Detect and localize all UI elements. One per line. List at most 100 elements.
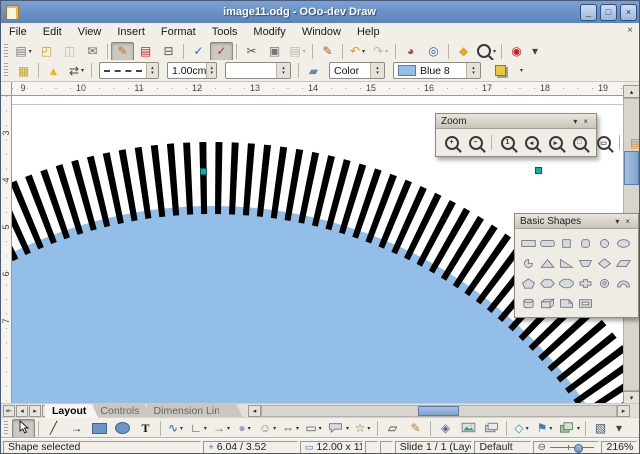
toolbar-grip[interactable]: [4, 63, 8, 78]
spinner-icon[interactable]: ▴▾: [276, 63, 290, 78]
shape-hexagon[interactable]: [538, 273, 557, 293]
basic-shapes-palette[interactable]: Basic Shapes ▾ ×: [514, 213, 639, 318]
tab-controls[interactable]: Controls: [93, 404, 151, 418]
dropdown-arrow-icon[interactable]: ▾: [346, 425, 349, 432]
shape-square[interactable]: [557, 233, 576, 253]
scroll-right-button[interactable]: ▸: [617, 405, 630, 417]
styles-button[interactable]: ▦: [12, 61, 35, 80]
shadow-button[interactable]: [489, 61, 512, 80]
first-slide-button[interactable]: ⇤: [3, 405, 15, 417]
zoom-slider-thumb[interactable]: [574, 444, 583, 453]
spinner-icon[interactable]: ▴▾: [370, 63, 384, 78]
zoom-slider[interactable]: [550, 447, 594, 448]
line-color-select[interactable]: ▴▾: [225, 62, 291, 79]
zoom-button[interactable]: ▾: [475, 42, 498, 61]
title-bar[interactable]: image11.odg - OOo-dev Draw _ □ ×: [1, 1, 640, 23]
shape-trapezoid[interactable]: [576, 253, 595, 273]
dropdown-arrow-icon[interactable]: ▾: [296, 425, 299, 432]
shape-regular-pentagon[interactable]: [519, 273, 538, 293]
zoom-palette-titlebar[interactable]: Zoom ▾ ×: [436, 114, 596, 129]
block-arrows-tool[interactable]: ⇔▾: [279, 419, 302, 438]
glue-points-button[interactable]: ✎: [404, 419, 427, 438]
basic-shapes-titlebar[interactable]: Basic Shapes ▾ ×: [515, 214, 638, 229]
extrusion-toggle[interactable]: ▧: [589, 419, 612, 438]
menu-modify[interactable]: Modify: [245, 25, 293, 39]
gallery-tool-button[interactable]: [480, 419, 503, 438]
dropdown-arrow-icon[interactable]: ▾: [227, 425, 230, 432]
zoom-out-button[interactable]: −: [464, 133, 487, 152]
new-document-button[interactable]: ▤▾: [12, 42, 35, 61]
menu-help[interactable]: Help: [349, 25, 388, 39]
line-style-select[interactable]: ▴▾: [99, 62, 159, 79]
menu-insert[interactable]: Insert: [109, 25, 153, 39]
callouts-tool[interactable]: ▾: [325, 419, 351, 438]
insert-picture-button[interactable]: [457, 419, 480, 438]
palette-menu-icon[interactable]: ▾: [570, 117, 580, 126]
symbol-shapes-tool[interactable]: ☺▾: [256, 419, 279, 438]
edit-file-button[interactable]: ✎: [111, 42, 134, 61]
menu-edit[interactable]: Edit: [35, 25, 70, 39]
connector-tool[interactable]: ∟▾: [187, 419, 210, 438]
menu-view[interactable]: View: [70, 25, 110, 39]
dropdown-arrow-icon[interactable]: ▾: [248, 425, 251, 432]
undo-button[interactable]: ↶▾: [346, 42, 369, 61]
horizontal-ruler[interactable]: 910111213141516171819: [12, 82, 623, 96]
stars-tool[interactable]: ☆▾: [351, 419, 374, 438]
spinner-icon[interactable]: ▴▾: [146, 63, 158, 78]
auto-spellcheck-button[interactable]: ✓: [210, 42, 233, 61]
rectangle-tool[interactable]: [88, 419, 111, 438]
shape-folded-corner[interactable]: [557, 293, 576, 313]
page-style[interactable]: Default: [474, 441, 530, 454]
zoom-palette[interactable]: Zoom ▾ × +−1◂▸□▭▤: [435, 113, 597, 157]
email-button[interactable]: ✉: [81, 42, 104, 61]
zoom-in-icon[interactable]: ⊕: [598, 442, 600, 453]
shape-ring[interactable]: [595, 273, 614, 293]
zoom-100-button[interactable]: 1: [496, 133, 519, 152]
shape-isosceles-triangle[interactable]: [538, 253, 557, 273]
rotate-tool[interactable]: ◇▾: [510, 419, 533, 438]
line-tool[interactable]: ╱: [42, 419, 65, 438]
minimize-button[interactable]: _: [580, 4, 597, 21]
tab-layout[interactable]: Layout: [45, 404, 98, 418]
selection-handle[interactable]: [535, 167, 542, 174]
palette-menu-icon[interactable]: ▾: [612, 217, 622, 226]
shape-octagon[interactable]: [557, 273, 576, 293]
ellipse-tool[interactable]: [111, 419, 134, 438]
fill-color-select[interactable]: Blue 8 ▴▾: [393, 62, 481, 79]
open-button[interactable]: ◰: [35, 42, 58, 61]
object-zoom-button[interactable]: ▤: [624, 133, 640, 152]
previous-slide-button[interactable]: ◂: [16, 405, 28, 417]
shape-parallelogram[interactable]: [614, 253, 633, 273]
spinner-icon[interactable]: ▴▾: [206, 63, 216, 78]
zoom-out-icon[interactable]: ⊖: [538, 442, 546, 453]
basic-shapes-tool[interactable]: ●▾: [233, 419, 256, 438]
dropdown-arrow-icon[interactable]: ▾: [385, 48, 388, 55]
text-tool[interactable]: T: [134, 419, 157, 438]
alignment-button[interactable]: ⚑▾: [533, 419, 556, 438]
shape-cylinder[interactable]: [519, 293, 538, 313]
next-slide-button[interactable]: ▸: [29, 405, 41, 417]
vertical-ruler[interactable]: 34567: [1, 96, 12, 403]
zoom-percentage[interactable]: 216%: [601, 441, 637, 454]
document-close-button[interactable]: ×: [627, 25, 633, 36]
scroll-left-button[interactable]: ◂: [248, 405, 261, 417]
menu-tools[interactable]: Tools: [204, 25, 246, 39]
shape-right-triangle[interactable]: [557, 253, 576, 273]
redo-button[interactable]: ↷▾: [369, 42, 392, 61]
edit-points-toggle[interactable]: ▲: [42, 61, 65, 80]
navigator-button[interactable]: ◎: [422, 42, 445, 61]
palette-close-icon[interactable]: ×: [622, 217, 633, 226]
copy-button[interactable]: ▣: [263, 42, 286, 61]
area-fill-button[interactable]: ▰: [302, 61, 325, 80]
chart-button[interactable]: ◕: [399, 42, 422, 61]
shape-rectangle[interactable]: [519, 233, 538, 253]
dropdown-arrow-icon[interactable]: ▾: [303, 48, 306, 55]
dropdown-arrow-icon[interactable]: ▾: [81, 67, 84, 74]
dropdown-arrow-icon[interactable]: ▾: [29, 48, 32, 55]
dropdown-arrow-icon[interactable]: ▾: [367, 425, 370, 432]
flowchart-tool[interactable]: ▭▾: [302, 419, 325, 438]
toolbar-options-button[interactable]: ▾: [520, 67, 523, 74]
dropdown-arrow-icon[interactable]: ▾: [362, 48, 365, 55]
select-tool[interactable]: [12, 419, 35, 438]
toolbar-options-button[interactable]: ▾: [528, 42, 542, 61]
